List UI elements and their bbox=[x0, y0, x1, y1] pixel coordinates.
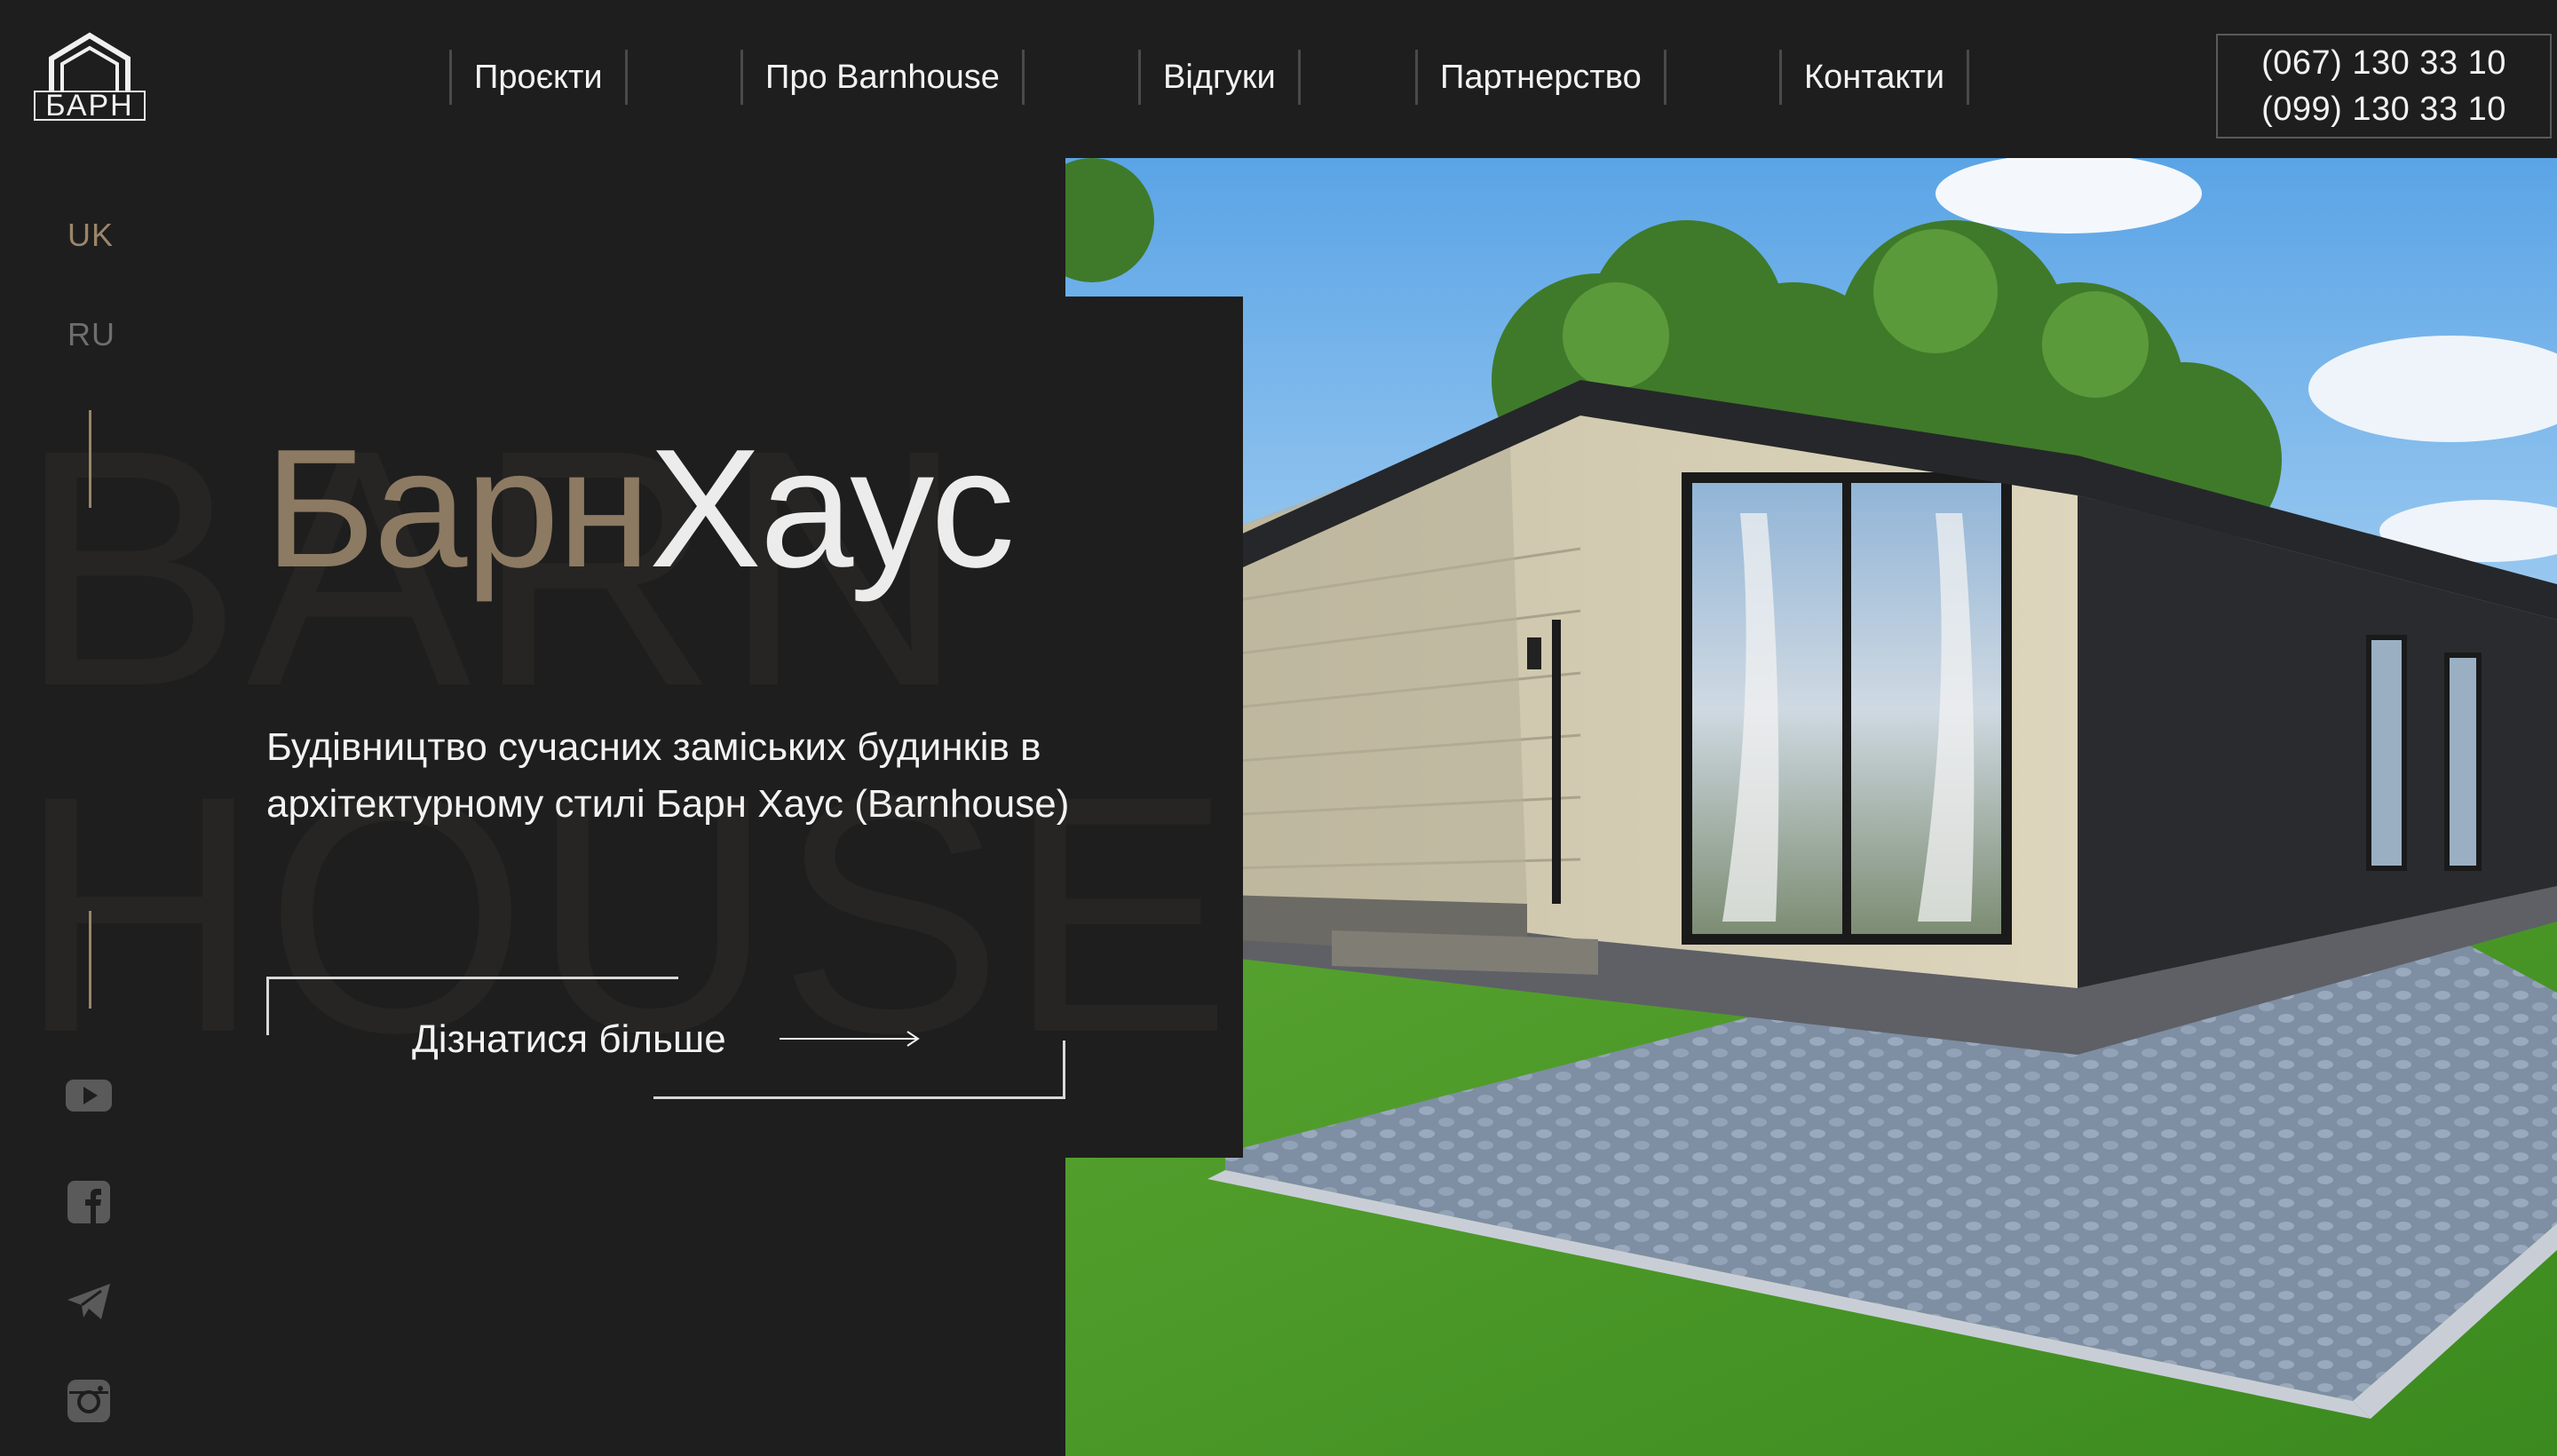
youtube-icon[interactable] bbox=[64, 1071, 114, 1120]
learn-more-button[interactable]: Дізнатися більше bbox=[266, 977, 1065, 1101]
hero-title-part2: Хаус bbox=[648, 415, 1015, 603]
cta-border-bottom bbox=[653, 1096, 1065, 1099]
facebook-icon[interactable] bbox=[64, 1177, 114, 1227]
phone-link-1[interactable]: (067) 130 33 10 bbox=[2261, 40, 2506, 86]
nav-contacts[interactable]: Контакти bbox=[1778, 50, 1970, 105]
learn-more-label: Дізнатися більше bbox=[412, 1017, 726, 1061]
instagram-icon[interactable] bbox=[64, 1376, 114, 1426]
cta-border-right bbox=[1063, 1041, 1065, 1099]
side-divider-top bbox=[89, 410, 91, 508]
nav-projects[interactable]: Проєкти bbox=[449, 50, 628, 105]
nav-reviews[interactable]: Відгуки bbox=[1138, 50, 1301, 105]
hero-subtitle: Будівництво сучасних заміських будинків … bbox=[266, 725, 1070, 826]
hero-title-part1: Барн bbox=[265, 415, 651, 603]
telegram-icon[interactable] bbox=[64, 1277, 114, 1326]
nav-partnership[interactable]: Партнерство bbox=[1415, 50, 1666, 105]
side-divider-bottom bbox=[89, 911, 91, 1009]
site-header: БАРН Проєкти Про Barnhouse Відгуки Партн… bbox=[0, 0, 2557, 158]
nav-about-barnhouse[interactable]: Про Barnhouse bbox=[740, 50, 1025, 105]
cta-border-top bbox=[266, 977, 678, 979]
logo-text: БАРН bbox=[34, 91, 146, 121]
logo[interactable]: БАРН bbox=[34, 32, 146, 124]
barn-logo-icon bbox=[49, 32, 131, 91]
lang-uk[interactable]: UK bbox=[67, 217, 114, 254]
lang-ru[interactable]: RU bbox=[67, 316, 115, 353]
hero-house-image bbox=[1065, 158, 2557, 1456]
hero-title: БарнХаус bbox=[265, 424, 1015, 593]
arrow-right-icon bbox=[780, 1031, 920, 1047]
cta-border-left bbox=[266, 977, 269, 1035]
barnhouse-illustration bbox=[1065, 158, 2557, 1456]
phone-box: (067) 130 33 10 (099) 130 33 10 bbox=[2216, 34, 2552, 138]
phone-link-2[interactable]: (099) 130 33 10 bbox=[2261, 86, 2506, 132]
